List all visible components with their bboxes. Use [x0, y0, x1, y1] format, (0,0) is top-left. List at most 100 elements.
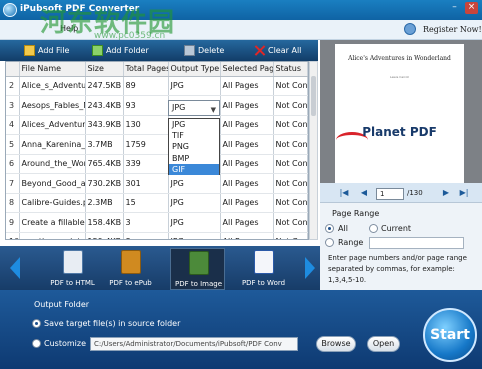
- table-cell: Create a fillable: [19, 212, 86, 233]
- tab-pdf-to-image[interactable]: PDF to Image: [170, 248, 225, 290]
- table-row[interactable]: 3Aesops_Fables_N243.4KB93JPGAll PagesNot…: [6, 95, 308, 116]
- table-cell: All Pages: [220, 115, 274, 135]
- table-cell: Not Conv: [273, 232, 308, 239]
- table-cell: All Pages: [220, 173, 274, 194]
- table-cell: 89: [123, 76, 169, 96]
- open-button[interactable]: Open: [367, 336, 400, 352]
- table-row[interactable]: 7 Beyond_Good_ar 730.2KB 301 JPG All Pages Not…: [6, 173, 308, 194]
- add-file-button[interactable]: Add File: [24, 40, 69, 61]
- output-folder-panel: Output Folder Save target file(s) in sou…: [0, 290, 482, 369]
- tab-pdf-to-html[interactable]: PDF to HTML: [45, 248, 100, 290]
- table-row[interactable]: 5Anna_Karenina_N3.7MB1759JPGAll PagesNot…: [6, 134, 308, 155]
- customize-radio[interactable]: [32, 339, 41, 348]
- delete-button[interactable]: Delete: [184, 40, 224, 61]
- table-cell: Not Conv: [273, 154, 308, 174]
- epub-icon: [121, 250, 141, 274]
- option-jpg[interactable]: JPG: [169, 119, 219, 130]
- clear-all-button[interactable]: Clear All: [254, 40, 301, 61]
- first-page-icon[interactable]: |◀: [338, 186, 350, 200]
- page-navigator: |◀ ◀ 1 /130 ▶ ▶|: [320, 183, 482, 203]
- column-header[interactable]: File Name: [19, 62, 86, 77]
- row-number: 6: [6, 154, 20, 174]
- table-cell: 730.2KB: [85, 173, 124, 194]
- save-in-source-label: Save target file(s) in source folder: [44, 319, 181, 328]
- brand-logo: Planet PDF: [362, 125, 437, 139]
- range-custom-label: Range: [338, 238, 364, 247]
- file-toolbar: Add File Add Folder Delete Clear All: [0, 40, 318, 61]
- row-number: 7: [6, 173, 20, 194]
- table-row[interactable]: 2Alice_s_Adventures247.5KB89JPGAll Pages…: [6, 76, 308, 96]
- table-cell: creating-an-inter: [19, 232, 86, 239]
- column-header[interactable]: Status: [273, 62, 308, 77]
- option-tif[interactable]: TIF: [169, 130, 219, 141]
- page-range-input[interactable]: [369, 237, 464, 249]
- table-row[interactable]: 10creating-an-inter159.4KB8JPGAll PagesN…: [6, 232, 308, 239]
- table-cell: 247.5KB: [85, 76, 124, 96]
- table-row[interactable]: 8 Calibre-Guides.p 2.3MB 15 JPG All Pages Not …: [6, 193, 308, 213]
- table-header-row: File Name Size Total Pages Output Type S…: [6, 62, 308, 77]
- customize-label: Customize: [44, 339, 86, 348]
- page-number-input[interactable]: 1: [376, 188, 404, 200]
- table-cell: Alice_s_Adventures: [19, 76, 86, 96]
- output-folder-title: Output Folder: [34, 300, 90, 309]
- table-row[interactable]: 9 Create a fillable 158.4KB 3 JPG All Pages No…: [6, 212, 308, 233]
- file-list-table: File Name Size Total Pages Output Type S…: [5, 61, 309, 240]
- option-png[interactable]: PNG: [169, 141, 219, 152]
- prev-page-icon[interactable]: ◀: [358, 186, 370, 200]
- table-cell: 8: [123, 232, 169, 239]
- register-now-link[interactable]: Register Now!: [423, 25, 482, 34]
- table-cell: JPG: [168, 212, 221, 233]
- table-cell: JPG: [168, 193, 221, 213]
- browse-button[interactable]: Browse: [316, 336, 356, 352]
- tab-pdf-to-epub[interactable]: PDF to ePub: [103, 248, 158, 290]
- book-title: Alice's Adventures in Wonderland: [348, 55, 451, 62]
- scroll-right-icon[interactable]: [305, 257, 315, 279]
- page-range-hint: Enter page numbers and/or page range sep…: [328, 254, 467, 284]
- scroll-left-icon[interactable]: [10, 257, 20, 279]
- range-all-radio[interactable]: [325, 224, 334, 233]
- option-gif[interactable]: GIF: [169, 163, 219, 175]
- add-folder-button[interactable]: Add Folder: [92, 40, 149, 61]
- minimize-button[interactable]: –: [448, 2, 461, 14]
- start-button[interactable]: Start: [423, 308, 477, 362]
- row-number: 2: [6, 76, 20, 96]
- last-page-icon[interactable]: ▶|: [458, 186, 470, 200]
- table-row[interactable]: 4Alices_Adventure343.9KB130JPGAll PagesN…: [6, 115, 308, 135]
- save-in-source-radio[interactable]: [32, 319, 41, 328]
- table-cell: Anna_Karenina_N: [19, 134, 86, 155]
- image-icon: [189, 251, 209, 275]
- range-custom-radio[interactable]: [325, 238, 334, 247]
- column-header[interactable]: Selected Pag: [220, 62, 274, 77]
- column-header[interactable]: [6, 62, 20, 77]
- tab-pdf-to-word[interactable]: PDF to Word: [236, 248, 291, 290]
- output-type-select[interactable]: JPG ▼: [168, 100, 220, 116]
- next-page-icon[interactable]: ▶: [440, 186, 452, 200]
- column-header[interactable]: Size: [85, 62, 124, 77]
- watermark-url: www.pc0359.cn: [94, 31, 166, 41]
- table-cell: Not Conv: [273, 115, 308, 135]
- preview-page: Alice's Adventures in Wonderland Lewis C…: [335, 44, 464, 183]
- table-scrollbar[interactable]: [309, 61, 318, 240]
- add-file-icon: [24, 45, 35, 56]
- dropdown-arrow-icon: ▼: [210, 106, 216, 114]
- table-cell: 243.4KB: [85, 95, 124, 116]
- html-icon: [63, 250, 83, 274]
- close-button[interactable]: ×: [465, 2, 478, 14]
- column-header[interactable]: Total Pages: [123, 62, 169, 77]
- table-cell: All Pages: [220, 232, 274, 239]
- option-bmp[interactable]: BMP: [169, 153, 219, 164]
- table-cell: Not Conv: [273, 95, 308, 116]
- register-icon[interactable]: [404, 23, 416, 35]
- page-total: /130: [407, 189, 423, 197]
- range-current-radio[interactable]: [369, 224, 378, 233]
- table-cell: 343.9KB: [85, 115, 124, 135]
- red-x-icon: [254, 45, 265, 56]
- table-cell: 1759: [123, 134, 169, 155]
- output-path-input[interactable]: C:/Users/Administrator/Documents/iPubsof…: [90, 337, 298, 351]
- column-header[interactable]: Output Type: [168, 62, 221, 77]
- word-icon: [254, 250, 274, 274]
- delete-icon: [184, 45, 195, 56]
- scrollbar-thumb[interactable]: [311, 76, 316, 116]
- table-row[interactable]: 6Around_the_Wor765.4KB339JPGAll PagesNot…: [6, 154, 308, 174]
- table-cell: Calibre-Guides.p: [19, 193, 86, 213]
